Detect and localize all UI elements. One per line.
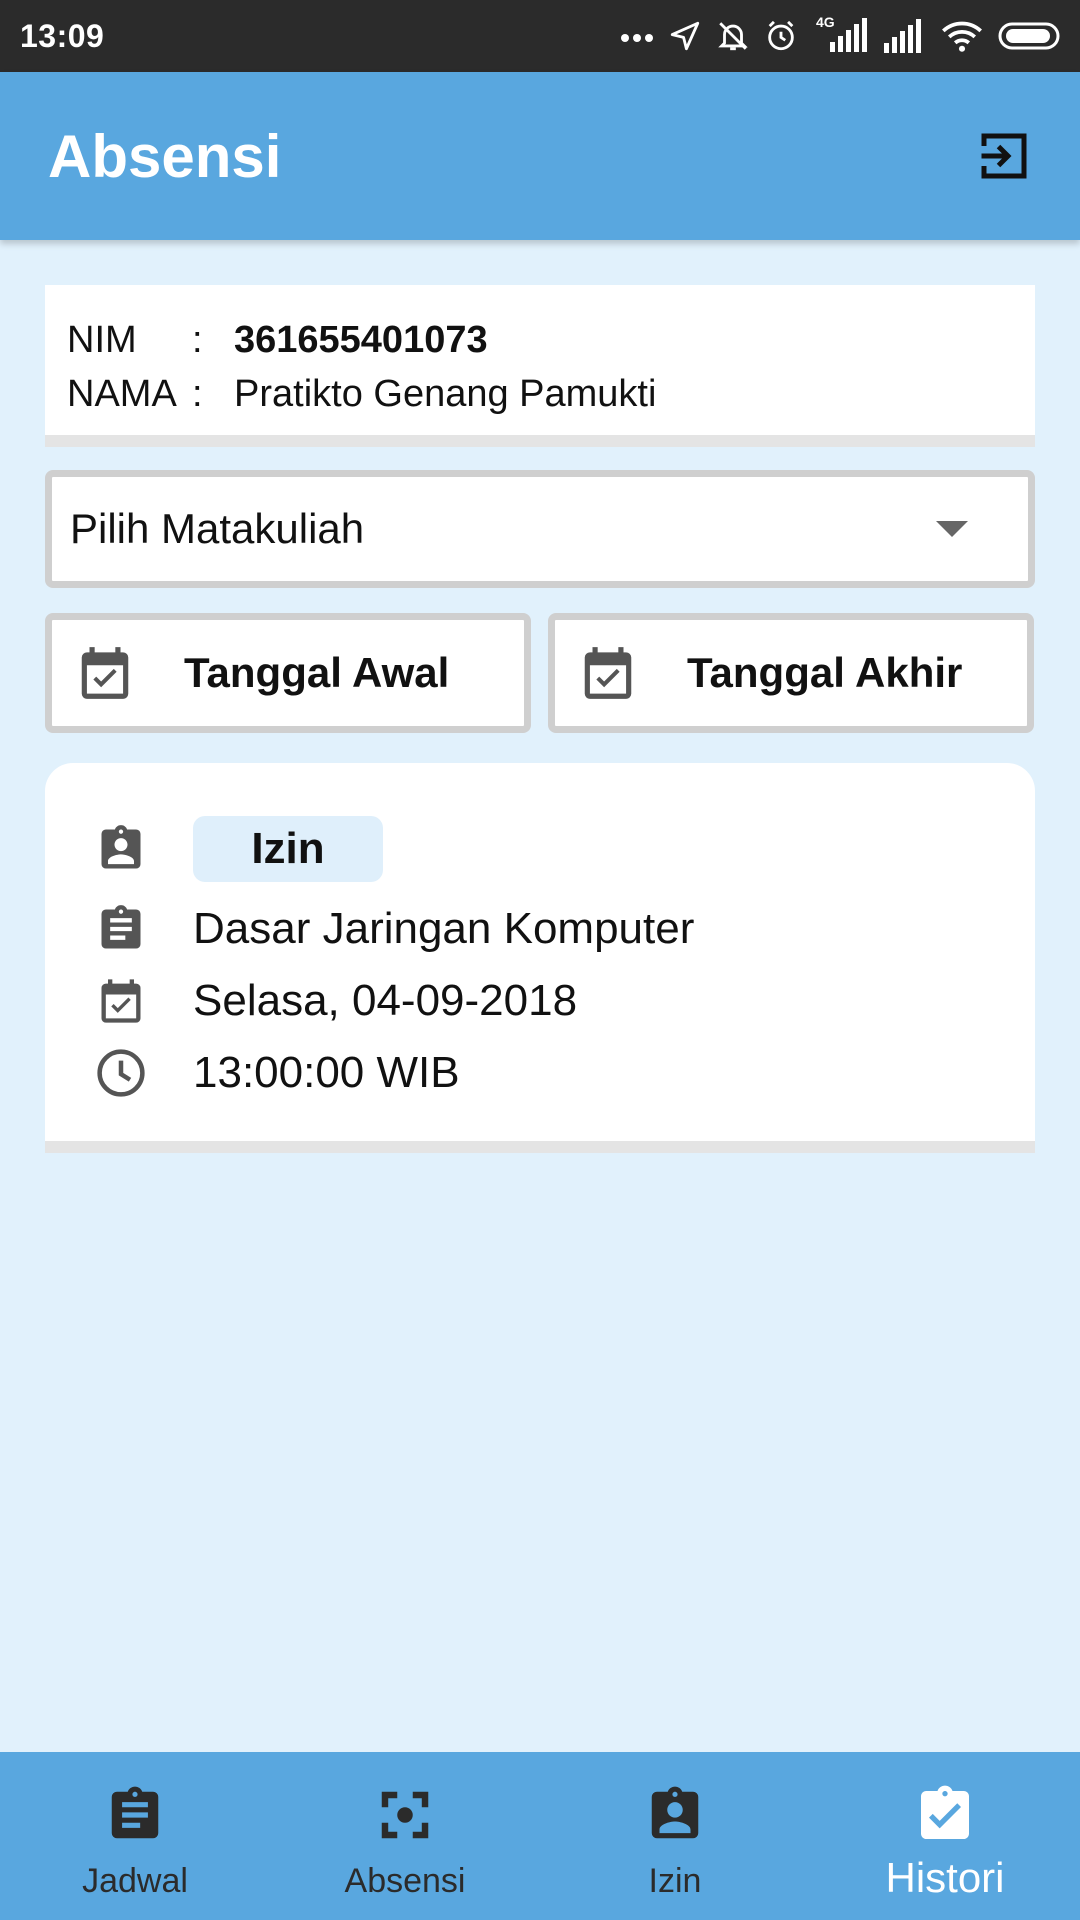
nav-item-absensi[interactable]: Absensi	[270, 1752, 540, 1920]
nim-row: NIM : 361655401073	[67, 313, 1013, 367]
history-time-row: 13:00:00 WIB	[91, 1037, 1035, 1109]
history-date: Selasa, 04-09-2018	[193, 976, 578, 1025]
history-status-row: Izin	[91, 809, 1035, 889]
badge-person-icon	[91, 819, 151, 879]
alarm-icon	[768, 20, 794, 51]
history-course-row: Dasar Jaringan Komputer	[91, 893, 1035, 965]
status-bar: 13:09 4G	[0, 0, 1080, 72]
start-date-label: Tanggal Awal	[184, 649, 450, 696]
cell-signal-4g: 4G	[812, 14, 868, 54]
more-dots-icon	[621, 34, 653, 42]
bottom-nav: Jadwal Absensi Izin Histori	[0, 1752, 1080, 1920]
history-card[interactable]: Izin Dasar Jaringan Komputer Selasa, 04-…	[45, 763, 1035, 1153]
clipboard-list-icon	[102, 1782, 168, 1848]
name-colon: :	[192, 372, 203, 415]
history-date-row: Selasa, 04-09-2018	[91, 965, 1035, 1037]
logout-button[interactable]	[970, 122, 1038, 190]
history-time: 13:00:00 WIB	[193, 1048, 460, 1097]
scan-icon	[372, 1782, 438, 1848]
clock-icon	[91, 1043, 151, 1103]
nav-label-jadwal: Jadwal	[82, 1862, 188, 1900]
nav-label-izin: Izin	[648, 1862, 702, 1900]
badge-person-icon	[642, 1782, 708, 1848]
calendar-check-icon	[584, 647, 632, 699]
clipboard-list-icon	[91, 899, 151, 959]
nav-item-jadwal[interactable]: Jadwal	[0, 1752, 270, 1920]
name-row: NAMA : Pratikto Genang Pamukti	[67, 367, 1013, 421]
status-time: 13:09	[20, 17, 105, 54]
course-select-value: Pilih Matakuliah	[70, 505, 365, 552]
student-info-card: NIM : 361655401073 NAMA : Pratikto Genan…	[45, 285, 1035, 447]
nim-colon: :	[192, 318, 203, 361]
end-date-button[interactable]: Tanggal Akhir	[548, 613, 1034, 733]
signal-bars-icon-2	[884, 19, 921, 53]
history-course: Dasar Jaringan Komputer	[193, 904, 695, 953]
app-bar: Absensi	[0, 72, 1080, 240]
nav-label-histori: Histori	[885, 1854, 1005, 1901]
nav-label-absensi: Absensi	[344, 1862, 466, 1900]
logout-icon	[981, 133, 1027, 179]
calendar-check-icon	[81, 647, 129, 699]
location-icon	[670, 21, 700, 51]
calendar-check-icon	[91, 971, 151, 1031]
name-label: NAMA	[67, 372, 177, 415]
nav-item-izin[interactable]: Izin	[540, 1752, 810, 1920]
nim-label: NIM	[67, 318, 137, 361]
signal-bars-icon	[830, 18, 867, 52]
page-title: Absensi	[48, 122, 282, 190]
end-date-label: Tanggal Akhir	[687, 649, 963, 696]
nav-item-histori[interactable]: Histori	[810, 1752, 1080, 1920]
status-icons: 4G	[620, 14, 1062, 54]
bell-off-icon	[718, 22, 748, 51]
nim-value: 361655401073	[234, 318, 488, 361]
clipboard-check-icon	[912, 1782, 978, 1848]
wifi-icon	[942, 21, 982, 52]
status-badge: Izin	[193, 816, 383, 882]
course-select[interactable]: Pilih Matakuliah	[45, 470, 1035, 588]
battery-icon	[998, 22, 1060, 50]
chevron-down-icon	[936, 521, 968, 537]
name-value: Pratikto Genang Pamukti	[234, 372, 657, 415]
start-date-button[interactable]: Tanggal Awal	[45, 613, 531, 733]
